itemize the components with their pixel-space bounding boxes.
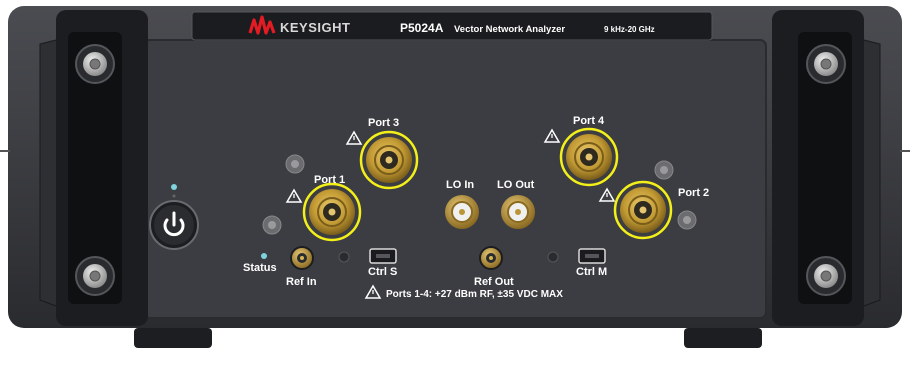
panel-screw (285, 154, 305, 174)
max-input-warning: Ports 1-4: +27 dBm RF, ±35 VDC MAX (386, 289, 563, 300)
panel-screw (677, 210, 697, 230)
ref-in-label: Ref In (286, 276, 317, 288)
ref-out-indicator-led (547, 251, 559, 263)
lo-out-connector[interactable] (501, 195, 535, 229)
lo-in-label: LO In (446, 179, 474, 191)
port-4-label: Port 4 (573, 115, 605, 127)
brand-name: KEYSIGHT (280, 20, 350, 35)
ref-in-connector[interactable] (290, 246, 314, 270)
panel-screw (654, 160, 674, 180)
product-name: Vector Network Analyzer (454, 24, 565, 35)
port-1-label: Port 1 (314, 174, 345, 186)
lo-out-label: LO Out (497, 179, 535, 191)
port-2-label: Port 2 (678, 187, 709, 199)
ref-in-indicator-led (338, 251, 350, 263)
port-3-label: Port 3 (368, 117, 399, 129)
port-1-connector[interactable] (302, 182, 362, 242)
foot-right (684, 328, 762, 348)
lo-in-connector[interactable] (445, 195, 479, 229)
right-rack-handle (772, 10, 881, 326)
model-number: P5024A (400, 21, 444, 35)
ctrl-m-port[interactable] (578, 248, 606, 264)
port-3-connector[interactable] (359, 130, 419, 190)
status-led (261, 253, 267, 259)
status-label: Status (243, 262, 277, 274)
foot-left (134, 328, 212, 348)
port-2-connector[interactable] (613, 180, 673, 240)
front-panel-drawing: KEYSIGHT P5024A Vector Network Analyzer … (0, 6, 910, 348)
panel-screw (262, 215, 282, 235)
instrument-front-panel: KEYSIGHT P5024A Vector Network Analyzer … (0, 0, 910, 360)
ctrl-s-port[interactable] (369, 248, 397, 264)
ref-out-label: Ref Out (474, 276, 514, 288)
left-rack-handle (39, 10, 148, 326)
ctrl-s-label: Ctrl S (368, 266, 397, 278)
port-4-connector[interactable] (559, 127, 619, 187)
frequency-range: 9 kHz-20 GHz (604, 25, 655, 34)
ref-out-connector[interactable] (479, 246, 503, 270)
ctrl-m-label: Ctrl M (576, 266, 607, 278)
